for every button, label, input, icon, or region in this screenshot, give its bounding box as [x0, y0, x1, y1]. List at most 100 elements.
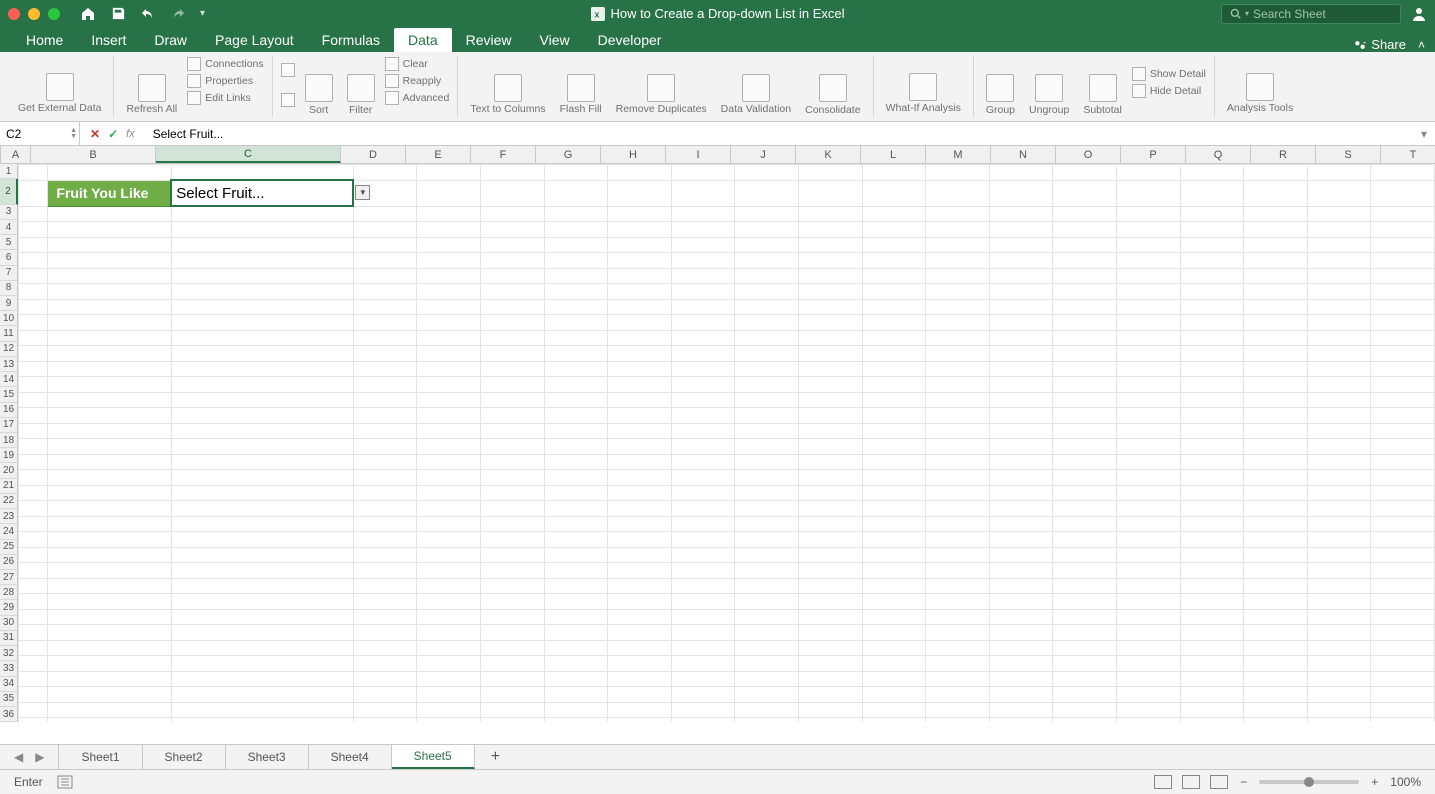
cell-H21[interactable]	[608, 485, 672, 501]
cell-M29[interactable]	[926, 609, 990, 625]
cell-S24[interactable]	[1307, 532, 1371, 548]
cell-J36[interactable]	[735, 718, 799, 723]
row-header-34[interactable]: 34	[0, 677, 17, 692]
cell-D6[interactable]	[353, 253, 417, 269]
cell-K21[interactable]	[798, 485, 862, 501]
cell-S32[interactable]	[1307, 656, 1371, 672]
cell-J5[interactable]	[735, 237, 799, 253]
cell-G32[interactable]	[544, 656, 608, 672]
cell-R3[interactable]	[1244, 206, 1308, 222]
cell-F19[interactable]	[480, 454, 544, 470]
cell-N24[interactable]	[989, 532, 1053, 548]
subtotal-button[interactable]: Subtotal	[1079, 56, 1126, 118]
cell-Q33[interactable]	[1180, 671, 1244, 687]
cell-L33[interactable]	[862, 671, 926, 687]
cell-O36[interactable]	[1053, 718, 1117, 723]
spreadsheet-grid[interactable]: 1234567891011121314151617181920212223242…	[0, 164, 1435, 722]
cell-N4[interactable]	[989, 222, 1053, 238]
cell-F8[interactable]	[480, 284, 544, 300]
cell-F35[interactable]	[480, 702, 544, 718]
row-header-20[interactable]: 20	[0, 463, 17, 478]
text-to-columns-button[interactable]: Text to Columns	[466, 56, 549, 118]
cell-O26[interactable]	[1053, 563, 1117, 579]
fx-icon[interactable]: fx	[126, 128, 135, 140]
cell-D11[interactable]	[353, 330, 417, 346]
sort-button[interactable]: Sort	[301, 56, 337, 118]
cell-K35[interactable]	[798, 702, 862, 718]
row-header-16[interactable]: 16	[0, 403, 17, 418]
name-box-stepper[interactable]: ▲▼	[70, 128, 77, 140]
cell-A35[interactable]	[19, 702, 48, 718]
row-header-17[interactable]: 17	[0, 418, 17, 433]
cell-H9[interactable]	[608, 299, 672, 315]
cell-C11[interactable]	[171, 330, 353, 346]
cell-T35[interactable]	[1371, 702, 1435, 718]
cell-H5[interactable]	[608, 237, 672, 253]
cell-P2[interactable]	[1116, 180, 1180, 206]
cell-T27[interactable]	[1371, 578, 1435, 594]
cell-F1[interactable]	[480, 165, 544, 181]
cell-A3[interactable]	[19, 206, 48, 222]
dropdown-arrow-icon[interactable]: ▼	[355, 185, 370, 200]
cell-F13[interactable]	[480, 361, 544, 377]
cell-A4[interactable]	[19, 222, 48, 238]
cell-D15[interactable]	[353, 392, 417, 408]
cell-Q8[interactable]	[1180, 284, 1244, 300]
cell-G30[interactable]	[544, 625, 608, 641]
cell-S36[interactable]	[1307, 718, 1371, 723]
row-header-8[interactable]: 8	[0, 281, 17, 296]
add-sheet-button[interactable]: +	[475, 748, 516, 766]
edit-links-button[interactable]: Edit Links	[187, 90, 263, 106]
cell-H2[interactable]	[608, 180, 672, 206]
cell-I1[interactable]	[671, 165, 735, 181]
cell-A25[interactable]	[19, 547, 48, 563]
cell-B11[interactable]	[48, 330, 171, 346]
row-header-7[interactable]: 7	[0, 266, 17, 281]
tab-insert[interactable]: Insert	[77, 28, 140, 52]
cell-N20[interactable]	[989, 470, 1053, 486]
cell-N11[interactable]	[989, 330, 1053, 346]
cell-T24[interactable]	[1371, 532, 1435, 548]
cell-H24[interactable]	[608, 532, 672, 548]
cell-M4[interactable]	[926, 222, 990, 238]
cell-P30[interactable]	[1116, 625, 1180, 641]
cell-B29[interactable]	[48, 609, 171, 625]
cell-T5[interactable]	[1371, 237, 1435, 253]
cell-D32[interactable]	[353, 656, 417, 672]
cell-B30[interactable]	[48, 625, 171, 641]
cell-R9[interactable]	[1244, 299, 1308, 315]
cell-L28[interactable]	[862, 594, 926, 610]
cell-G17[interactable]	[544, 423, 608, 439]
cell-L11[interactable]	[862, 330, 926, 346]
cell-S31[interactable]	[1307, 640, 1371, 656]
cell-S22[interactable]	[1307, 501, 1371, 517]
cell-B15[interactable]	[48, 392, 171, 408]
cell-A16[interactable]	[19, 408, 48, 424]
cell-I18[interactable]	[671, 439, 735, 455]
cell-H13[interactable]	[608, 361, 672, 377]
cell-S33[interactable]	[1307, 671, 1371, 687]
cell-H28[interactable]	[608, 594, 672, 610]
cell-A31[interactable]	[19, 640, 48, 656]
cell-P8[interactable]	[1116, 284, 1180, 300]
cell-I32[interactable]	[671, 656, 735, 672]
row-header-35[interactable]: 35	[0, 692, 17, 707]
cell-F7[interactable]	[480, 268, 544, 284]
cell-R12[interactable]	[1244, 346, 1308, 362]
cell-L18[interactable]	[862, 439, 926, 455]
cell-D18[interactable]	[353, 439, 417, 455]
cell-B3[interactable]	[48, 206, 171, 222]
cell-L9[interactable]	[862, 299, 926, 315]
cell-A13[interactable]	[19, 361, 48, 377]
cell-Q6[interactable]	[1180, 253, 1244, 269]
cell-A18[interactable]	[19, 439, 48, 455]
cell-S28[interactable]	[1307, 594, 1371, 610]
cell-I22[interactable]	[671, 501, 735, 517]
cell-N31[interactable]	[989, 640, 1053, 656]
cell-H16[interactable]	[608, 408, 672, 424]
cell-F23[interactable]	[480, 516, 544, 532]
cell-Q13[interactable]	[1180, 361, 1244, 377]
cell-T21[interactable]	[1371, 485, 1435, 501]
cell-J20[interactable]	[735, 470, 799, 486]
cell-K10[interactable]	[798, 315, 862, 331]
